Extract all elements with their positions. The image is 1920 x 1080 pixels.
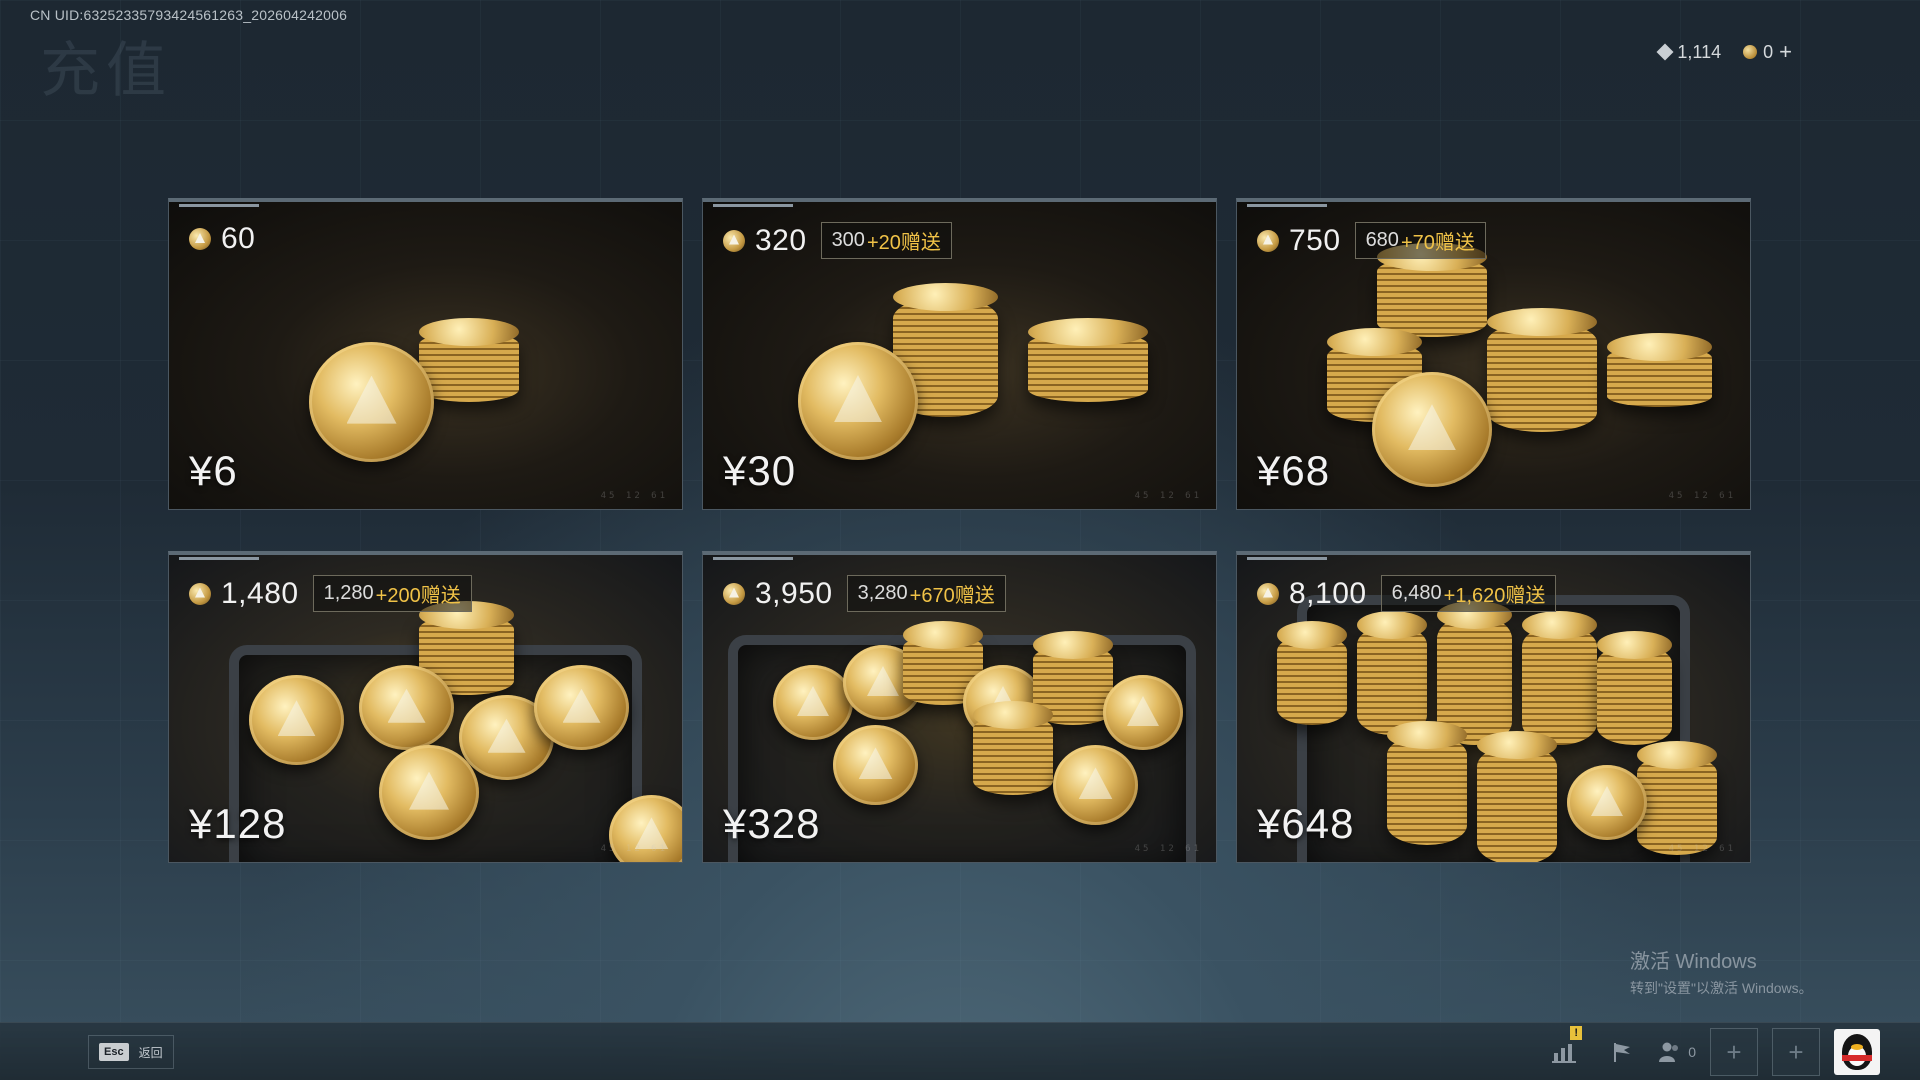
bonus-extra: +70赠送 (1400, 232, 1475, 254)
card-code: 45 12 61 (600, 844, 668, 854)
bonus-extra: +200赠送 (375, 585, 461, 607)
card-header: 60 (189, 222, 255, 256)
bonus-badge: 300 +20赠送 (820, 222, 952, 259)
package-amount: 3,950 (755, 576, 833, 610)
plus-icon: + (1726, 1036, 1742, 1067)
package-card-6[interactable]: 60 ¥6 45 12 61 (168, 198, 683, 510)
package-amount: 8,100 (1289, 576, 1367, 610)
flag-icon (1614, 1043, 1631, 1062)
bonus-badge: 1,280 +200赠送 (312, 575, 472, 612)
bonus-badge: 3,280 +670赠送 (846, 575, 1006, 612)
flag-button[interactable] (1600, 1030, 1644, 1074)
coin-icon (189, 228, 211, 250)
avatar[interactable] (1834, 1029, 1880, 1075)
scarf-decoration (1842, 1055, 1872, 1061)
card-header: 320 300 +20赠送 (723, 222, 952, 259)
watermark-line-2: 转到"设置"以激活 Windows。 (1630, 980, 1813, 996)
back-label: 返回 (138, 1045, 163, 1060)
bonus-extra: +670赠送 (909, 585, 995, 607)
bonus-badge: 6,480 +1,620赠送 (1380, 575, 1557, 612)
alert-badge: ! (1570, 1026, 1583, 1040)
card-header: 1,480 1,280 +200赠送 (189, 575, 472, 612)
currency-bar: 1,114 0 + (1656, 36, 1792, 68)
card-code: 45 12 61 (1134, 491, 1202, 501)
card-code: 45 12 61 (600, 491, 668, 501)
bonus-extra: +20赠送 (866, 232, 941, 254)
card-code: 45 12 61 (1668, 844, 1736, 854)
package-amount: 750 (1289, 223, 1341, 257)
bottom-right-icons: ! 0 + + (1542, 1026, 1880, 1076)
package-price: ¥30 (723, 447, 797, 494)
bar-chart-icon (1552, 1044, 1577, 1063)
package-card-68[interactable]: 750 680 +70赠送 ¥68 45 12 61 (1236, 198, 1751, 510)
diamond-icon (1656, 43, 1674, 61)
bottom-bar: Esc 返回 ! 0 + + (0, 1022, 1920, 1080)
bonus-extra: +1,620赠送 (1443, 585, 1546, 607)
friends-icon (1659, 1042, 1679, 1062)
uid-label: CN UID:63252335793424561263_202604242006 (30, 7, 348, 23)
coin-icon (189, 582, 211, 605)
package-grid: 60 ¥6 45 12 61 320 300 +20赠送 ¥30 45 12 6… (168, 198, 1751, 863)
coin-amount: 0 (1763, 41, 1774, 62)
back-button[interactable]: Esc 返回 (88, 1035, 174, 1069)
package-card-30[interactable]: 320 300 +20赠送 ¥30 45 12 61 (702, 198, 1217, 510)
qq-penguin-icon (1842, 1034, 1872, 1070)
card-code: 45 12 61 (1134, 844, 1202, 854)
package-price: ¥6 (189, 447, 238, 494)
add-currency-button[interactable]: + (1779, 41, 1792, 63)
package-price: ¥648 (1257, 800, 1355, 847)
card-header: 750 680 +70赠送 (1257, 222, 1486, 259)
card-code: 45 12 61 (1668, 491, 1736, 501)
stats-button[interactable]: ! (1542, 1026, 1586, 1074)
diamond-balance: 1,114 (1656, 41, 1722, 63)
esc-key: Esc (99, 1043, 129, 1061)
bonus-badge: 680 +70赠送 (1354, 222, 1486, 259)
package-amount: 320 (755, 223, 807, 257)
package-amount: 60 (221, 222, 256, 255)
party-slot-1[interactable]: + (1710, 1028, 1758, 1076)
package-amount: 1,480 (221, 576, 299, 610)
card-header: 3,950 3,280 +670赠送 (723, 575, 1006, 612)
friends-button[interactable]: 0 (1658, 1030, 1696, 1074)
coin-icon (723, 229, 745, 252)
package-card-648[interactable]: 8,100 6,480 +1,620赠送 ¥648 45 12 61 (1236, 551, 1751, 863)
bonus-base: 300 (831, 229, 865, 251)
coin-icon (1257, 582, 1279, 605)
party-slot-2[interactable]: + (1772, 1028, 1820, 1076)
plus-icon: + (1788, 1036, 1804, 1067)
coin-balance: 0 + (1743, 41, 1792, 63)
package-price: ¥128 (189, 800, 287, 847)
coin-icon (723, 582, 745, 605)
package-card-128[interactable]: 1,480 1,280 +200赠送 ¥128 45 12 61 (168, 551, 683, 863)
page-title: 充值 (40, 36, 172, 106)
coin-icon (1743, 45, 1758, 59)
windows-activation-watermark: 激活 Windows 转到"设置"以激活 Windows。 (1630, 945, 1813, 998)
bonus-base: 3,280 (857, 582, 908, 604)
package-price: ¥328 (723, 800, 821, 847)
bonus-base: 1,280 (323, 582, 374, 604)
bonus-base: 6,480 (1391, 582, 1442, 604)
card-header: 8,100 6,480 +1,620赠送 (1257, 575, 1557, 612)
package-card-328[interactable]: 3,950 3,280 +670赠送 ¥328 45 12 61 (702, 551, 1217, 863)
package-price: ¥68 (1257, 447, 1331, 494)
bonus-base: 680 (1365, 229, 1399, 251)
friends-count: 0 (1688, 1044, 1696, 1060)
watermark-line-1: 激活 Windows (1630, 951, 1757, 973)
coin-icon (1257, 229, 1279, 252)
diamond-amount: 1,114 (1677, 41, 1722, 62)
